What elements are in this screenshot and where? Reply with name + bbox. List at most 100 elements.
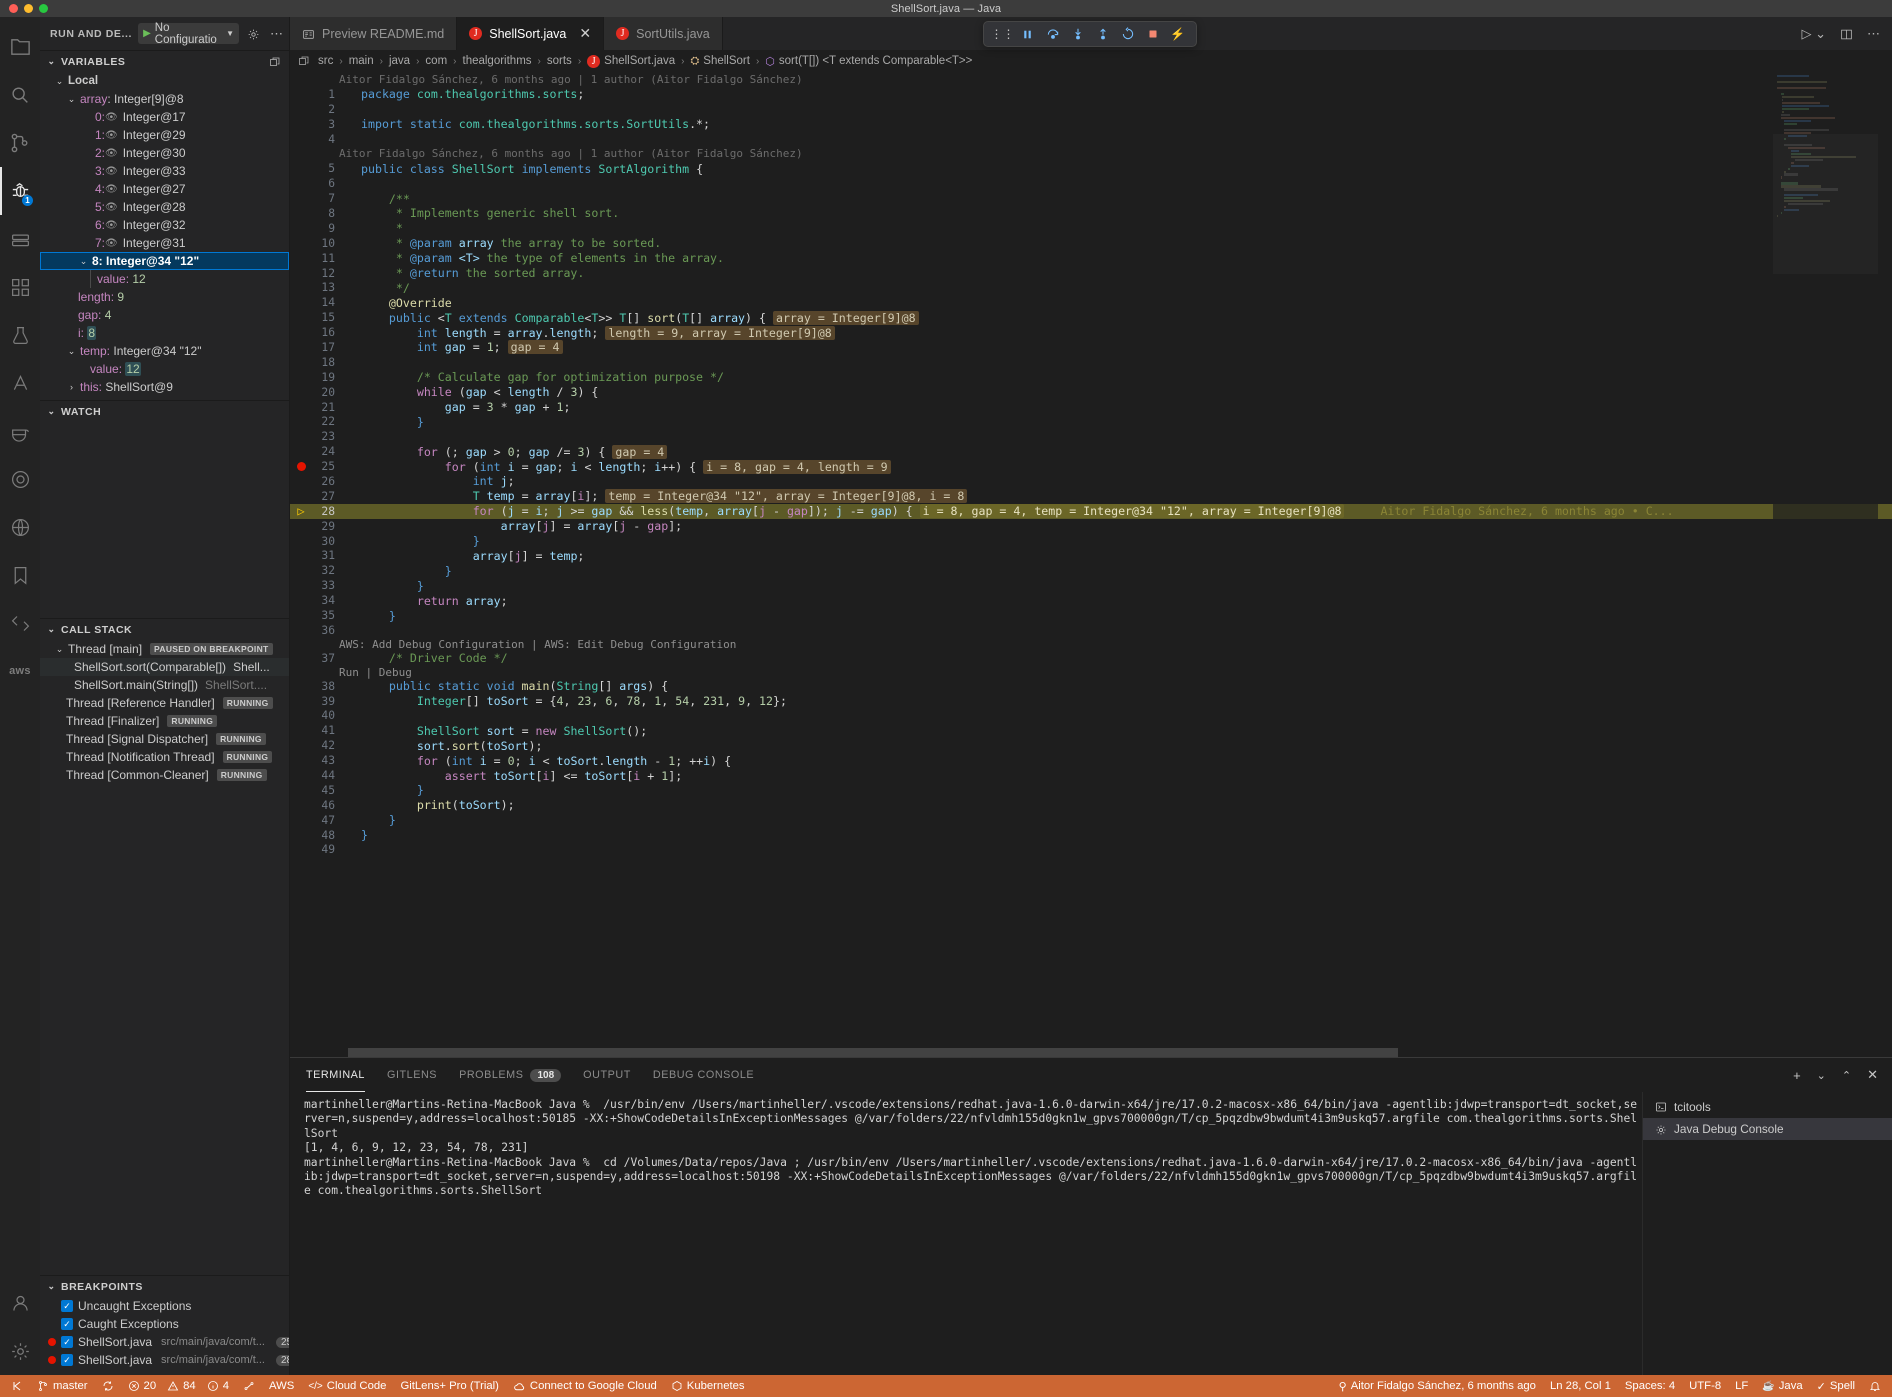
activity-spell-checker[interactable] [0, 359, 40, 407]
status-encoding[interactable]: UTF-8 [1682, 1375, 1728, 1397]
more-actions-icon[interactable]: ⋯ [1867, 26, 1880, 42]
callstack-section-header[interactable]: ⌄ CALL STACK [40, 618, 289, 640]
configure-gear-icon[interactable] [245, 26, 262, 41]
callstack-thread-reference-handler[interactable]: Thread [Reference Handler] RUNNING [40, 694, 289, 712]
pause-icon[interactable] [1015, 22, 1040, 46]
callstack-frame-sort[interactable]: ShellSort.sort(Comparable[]) Shell... [40, 658, 289, 676]
array-element-3[interactable]: 3: 👁 Integer@33 [40, 162, 289, 180]
status-kubernetes[interactable]: Kubernetes [664, 1375, 752, 1397]
activity-aws-toolkit[interactable]: aws [0, 647, 40, 695]
status-indentation[interactable]: Spaces: 4 [1618, 1375, 1682, 1397]
outline-toggle-icon[interactable] [298, 55, 314, 67]
eye-icon[interactable]: 👁 [105, 238, 118, 249]
activity-project-manager[interactable] [0, 599, 40, 647]
breadcrumb-src[interactable]: src [318, 55, 333, 67]
maximize-window-button[interactable] [39, 4, 48, 13]
selected-child-value[interactable]: value: 12 [40, 270, 289, 288]
aws-codelens[interactable]: AWS: Add Debug Configuration | AWS: Edit… [290, 638, 1892, 651]
variable-temp[interactable]: ⌄ temp: Integer@34 "12" [40, 342, 289, 360]
split-terminal-icon[interactable]: ⌄ [1817, 1069, 1826, 1082]
breakpoint-shellsort-28[interactable]: ✓ ShellSort.java src/main/java/com/t... … [40, 1351, 289, 1369]
activity-manage-settings[interactable] [0, 1327, 40, 1375]
status-cursor-position[interactable]: Ln 28, Col 1 [1543, 1375, 1618, 1397]
breadcrumb-file[interactable]: ShellSort.java [604, 55, 675, 67]
breadcrumb-main[interactable]: main [349, 55, 374, 67]
status-git-blame[interactable]: ⚲ Aitor Fidalgo Sánchez, 6 months ago [1332, 1375, 1543, 1397]
activity-run-and-debug[interactable]: 1 [0, 167, 40, 215]
checkbox-icon[interactable]: ✓ [61, 1300, 73, 1312]
array-element-2[interactable]: 2: 👁 Integer@30 [40, 144, 289, 162]
callstack-thread-finalizer[interactable]: Thread [Finalizer] RUNNING [40, 712, 289, 730]
callstack-thread-main[interactable]: ⌄ Thread [main] PAUSED ON BREAKPOINT [40, 640, 289, 658]
editor-horizontal-scrollbar[interactable] [348, 1048, 1767, 1057]
tab-terminal[interactable]: TERMINAL [306, 1058, 365, 1092]
breakpoint-caught-exceptions[interactable]: ✓ Caught Exceptions [40, 1315, 289, 1333]
open-debug-view-icon[interactable] [269, 55, 289, 69]
checkbox-icon[interactable]: ✓ [61, 1354, 73, 1366]
variables-section-header[interactable]: ⌄ VARIABLES [40, 50, 289, 72]
array-element-8-selected[interactable]: ⌄ 8: Integer@34 "12" [40, 252, 289, 270]
launch-configuration-dropdown[interactable]: ▶ No Configuratio ▼ [138, 22, 239, 46]
lightning-icon[interactable]: ⚡ [1165, 22, 1190, 46]
run-play-icon[interactable]: ▷ ⌄ [1801, 26, 1826, 42]
array-element-4[interactable]: 4: 👁 Integer@27 [40, 180, 289, 198]
split-editor-icon[interactable] [1840, 26, 1853, 41]
restart-icon[interactable] [1115, 22, 1140, 46]
status-spell-checker[interactable]: ✓ Spell [1810, 1375, 1862, 1397]
run-debug-codelens[interactable]: Run | Debug [290, 666, 1892, 679]
status-errors[interactable]: 20 84 4 [121, 1375, 236, 1397]
array-element-7[interactable]: 7: 👁 Integer@31 [40, 234, 289, 252]
callstack-thread-notification[interactable]: Thread [Notification Thread] RUNNING [40, 748, 289, 766]
status-eol[interactable]: LF [1728, 1375, 1755, 1397]
activity-sonarlint[interactable] [0, 455, 40, 503]
variable-this[interactable]: › this: ShellSort@9 [40, 378, 289, 396]
tab-sortutils-java[interactable]: J SortUtils.java [604, 17, 723, 50]
terminal-item-java-debug-console[interactable]: Java Debug Console [1643, 1118, 1892, 1140]
activity-search[interactable] [0, 71, 40, 119]
status-cloud-code[interactable]: </> Cloud Code [301, 1375, 393, 1397]
close-window-button[interactable] [9, 4, 18, 13]
minimize-window-button[interactable] [24, 4, 33, 13]
activity-extensions[interactable] [0, 263, 40, 311]
array-element-5[interactable]: 5: 👁 Integer@28 [40, 198, 289, 216]
status-ports[interactable] [236, 1375, 262, 1397]
eye-icon[interactable]: 👁 [105, 202, 118, 213]
close-icon[interactable]: ✕ [579, 25, 591, 42]
activity-source-control[interactable] [0, 119, 40, 167]
callstack-thread-common-cleaner[interactable]: Thread [Common-Cleaner] RUNNING [40, 766, 289, 784]
callstack-frame-main[interactable]: ShellSort.main(String[]) ShellSort.... [40, 676, 289, 694]
stop-icon[interactable] [1140, 22, 1165, 46]
breadcrumb-thealgorithms[interactable]: thealgorithms [463, 55, 532, 67]
eye-icon[interactable]: 👁 [105, 130, 118, 141]
local-i[interactable]: i: 8 [40, 324, 289, 342]
activity-docker[interactable] [0, 407, 40, 455]
code-editor[interactable]: Aitor Fidalgo Sánchez, 6 months ago | 1 … [290, 72, 1892, 1057]
editor-vertical-scrollbar[interactable] [1878, 72, 1892, 1057]
breadcrumb-sorts[interactable]: sorts [547, 55, 572, 67]
tab-gitlens[interactable]: GITLENS [387, 1058, 437, 1092]
array-element-6[interactable]: 6: 👁 Integer@32 [40, 216, 289, 234]
status-git-branch[interactable]: master [30, 1375, 95, 1397]
window-traffic-lights[interactable] [9, 4, 48, 13]
eye-icon[interactable]: 👁 [105, 184, 118, 195]
eye-icon[interactable]: 👁 [105, 166, 118, 177]
status-notifications[interactable] [1862, 1375, 1888, 1397]
breakpoints-section-header[interactable]: ⌄ BREAKPOINTS [40, 1275, 289, 1297]
tab-shellsort-java[interactable]: J ShellSort.java ✕ [457, 17, 605, 51]
scope-local[interactable]: ⌄ Local [40, 72, 289, 90]
activity-bookmarks[interactable] [0, 551, 40, 599]
breadcrumb-java[interactable]: java [389, 55, 410, 67]
activity-database[interactable] [0, 503, 40, 551]
array-element-0[interactable]: 0: 👁 Integer@17 [40, 108, 289, 126]
callstack-thread-signal-dispatcher[interactable]: Thread [Signal Dispatcher] RUNNING [40, 730, 289, 748]
breakpoint-uncaught-exceptions[interactable]: ✓ Uncaught Exceptions [40, 1297, 289, 1315]
maximize-panel-icon[interactable]: ⌃ [1842, 1069, 1851, 1082]
breakpoint-gutter-25[interactable] [290, 462, 312, 472]
temp-child-value[interactable]: value: 12 [40, 360, 289, 378]
eye-icon[interactable]: 👁 [105, 112, 118, 123]
step-out-icon[interactable] [1090, 22, 1115, 46]
status-sync-changes[interactable] [95, 1375, 121, 1397]
status-gitlens-pro[interactable]: GitLens+ Pro (Trial) [393, 1375, 505, 1397]
tab-preview-readme[interactable]: Preview README.md [290, 17, 458, 50]
activity-remote-explorer[interactable] [0, 215, 40, 263]
